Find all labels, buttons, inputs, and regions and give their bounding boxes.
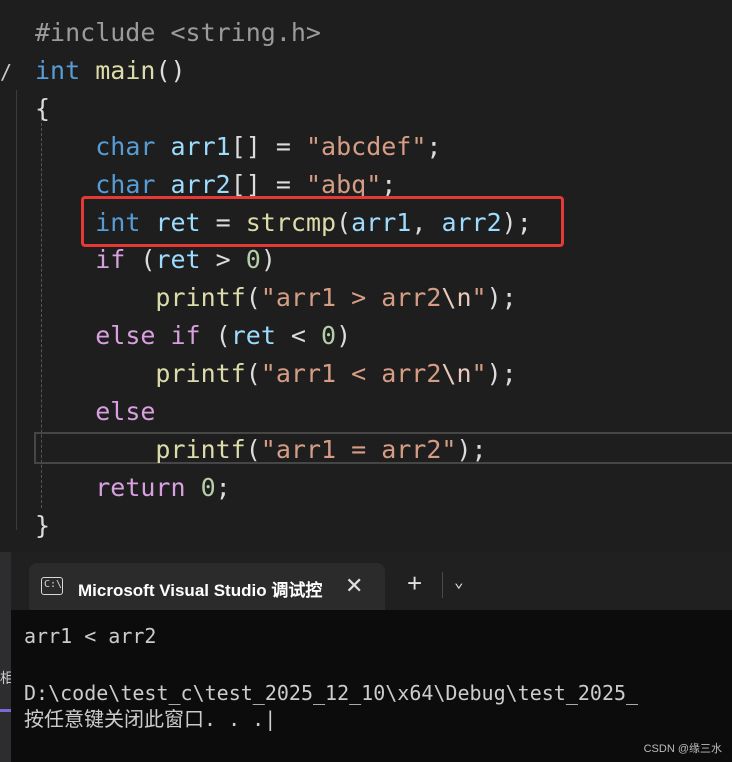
code-token: if bbox=[95, 245, 126, 275]
watermark: CSDN @缘三水 bbox=[643, 743, 722, 755]
code-token: ); bbox=[486, 283, 517, 313]
code-token: { bbox=[35, 93, 51, 123]
code-token: 0 bbox=[200, 472, 216, 502]
code-token: > bbox=[200, 245, 246, 275]
code-line[interactable]: printf("arr1 > arr2\n"); bbox=[35, 279, 517, 317]
highlight-annotation-box bbox=[81, 196, 564, 247]
code-token: int bbox=[35, 55, 81, 85]
fold-indicator: / bbox=[0, 60, 13, 84]
code-token: #include <string.h> bbox=[35, 18, 321, 47]
left-strip-label: 相 bbox=[0, 671, 11, 687]
code-token: arr2 bbox=[170, 169, 231, 199]
console-prompt-line: 按任意键关闭此窗口. . .| bbox=[24, 707, 277, 731]
code-token: ret bbox=[230, 321, 276, 351]
code-token: char bbox=[95, 131, 156, 161]
code-editor[interactable]: / #include <string.h> int main(){ char ar… bbox=[0, 0, 732, 550]
chevron-down-icon[interactable]: ⌄ bbox=[454, 572, 464, 591]
code-token: printf bbox=[155, 283, 246, 313]
code-line[interactable]: char arr1[] = "abcdef"; bbox=[35, 128, 441, 166]
code-token: ( bbox=[125, 245, 156, 275]
code-token: ); bbox=[486, 359, 517, 389]
code-token: \n bbox=[441, 283, 472, 313]
code-token: arr1 bbox=[170, 131, 231, 161]
code-token: ; bbox=[381, 169, 397, 199]
close-icon[interactable]: ✕ bbox=[345, 573, 363, 599]
code-line[interactable]: { bbox=[35, 90, 50, 128]
gutter-line bbox=[16, 90, 17, 530]
code-token: ( bbox=[245, 283, 261, 313]
code-token: else bbox=[95, 397, 156, 426]
code-token: return bbox=[95, 472, 186, 502]
code-token: "arr1 > arr2 bbox=[260, 283, 442, 313]
console-output-line: D:\code\test_c\test_2025_12_10\x64\Debug… bbox=[24, 681, 639, 705]
code-line[interactable]: int main() bbox=[35, 52, 186, 90]
code-token: ) bbox=[260, 245, 276, 275]
code-line[interactable]: return 0; bbox=[35, 469, 231, 507]
code-token: ) bbox=[336, 321, 352, 351]
code-token: " bbox=[471, 283, 487, 313]
code-line[interactable]: } bbox=[35, 507, 50, 545]
code-token: char bbox=[95, 169, 156, 199]
terminal-icon: C:\ bbox=[41, 577, 63, 595]
code-token: main bbox=[95, 55, 156, 85]
code-token: ( bbox=[200, 321, 231, 351]
code-line[interactable]: printf("arr1 = arr2"); bbox=[35, 431, 487, 469]
code-line[interactable]: if (ret > 0) bbox=[35, 241, 276, 279]
console-output-line: arr1 < arr2 bbox=[24, 624, 157, 648]
new-tab-button[interactable]: + bbox=[407, 570, 422, 596]
left-strip-accent bbox=[0, 709, 11, 712]
code-token: } bbox=[35, 510, 51, 540]
code-line[interactable]: else bbox=[35, 393, 155, 431]
debug-console-window[interactable]: C:\ Microsoft Visual Studio 调试控 ✕ + ⌄ ar… bbox=[11, 552, 732, 762]
code-token: "arr1 = arr2" bbox=[260, 434, 457, 464]
left-panel-strip: 相 bbox=[0, 552, 11, 762]
code-token: ; bbox=[215, 472, 231, 502]
code-token: ( bbox=[245, 434, 261, 464]
code-token: printf bbox=[155, 359, 246, 389]
code-token: ); bbox=[456, 434, 487, 464]
code-token: "abcdef" bbox=[305, 131, 427, 161]
code-token: [] = bbox=[230, 131, 306, 161]
code-token: if bbox=[170, 321, 201, 351]
code-token: 0 bbox=[245, 245, 261, 275]
code-token: [] = bbox=[230, 169, 306, 199]
code-token: ret bbox=[155, 245, 201, 275]
code-token: ( bbox=[245, 359, 261, 389]
code-token: " bbox=[471, 359, 487, 389]
console-tab-bar: C:\ Microsoft Visual Studio 调试控 ✕ + ⌄ bbox=[11, 552, 732, 610]
code-token: ; bbox=[426, 131, 442, 161]
code-token: printf bbox=[155, 434, 246, 464]
code-line[interactable]: printf("arr1 < arr2\n"); bbox=[35, 355, 517, 393]
console-tab[interactable]: C:\ Microsoft Visual Studio 调试控 ✕ bbox=[29, 563, 385, 610]
console-tab-title: Microsoft Visual Studio 调试控 bbox=[78, 581, 323, 600]
code-line[interactable]: #include <string.h> bbox=[35, 14, 321, 52]
code-token: < bbox=[275, 321, 322, 351]
code-token: "arr1 < arr2 bbox=[260, 359, 442, 389]
code-token: () bbox=[155, 55, 186, 85]
tabbar-separator bbox=[442, 572, 443, 598]
terminal-icon-label: C:\ bbox=[44, 579, 63, 590]
code-token: else bbox=[95, 321, 156, 351]
code-line[interactable]: else if (ret < 0) bbox=[35, 317, 351, 355]
code-token: 0 bbox=[321, 321, 337, 351]
code-token: "abq" bbox=[305, 169, 382, 199]
code-token: \n bbox=[441, 359, 472, 389]
